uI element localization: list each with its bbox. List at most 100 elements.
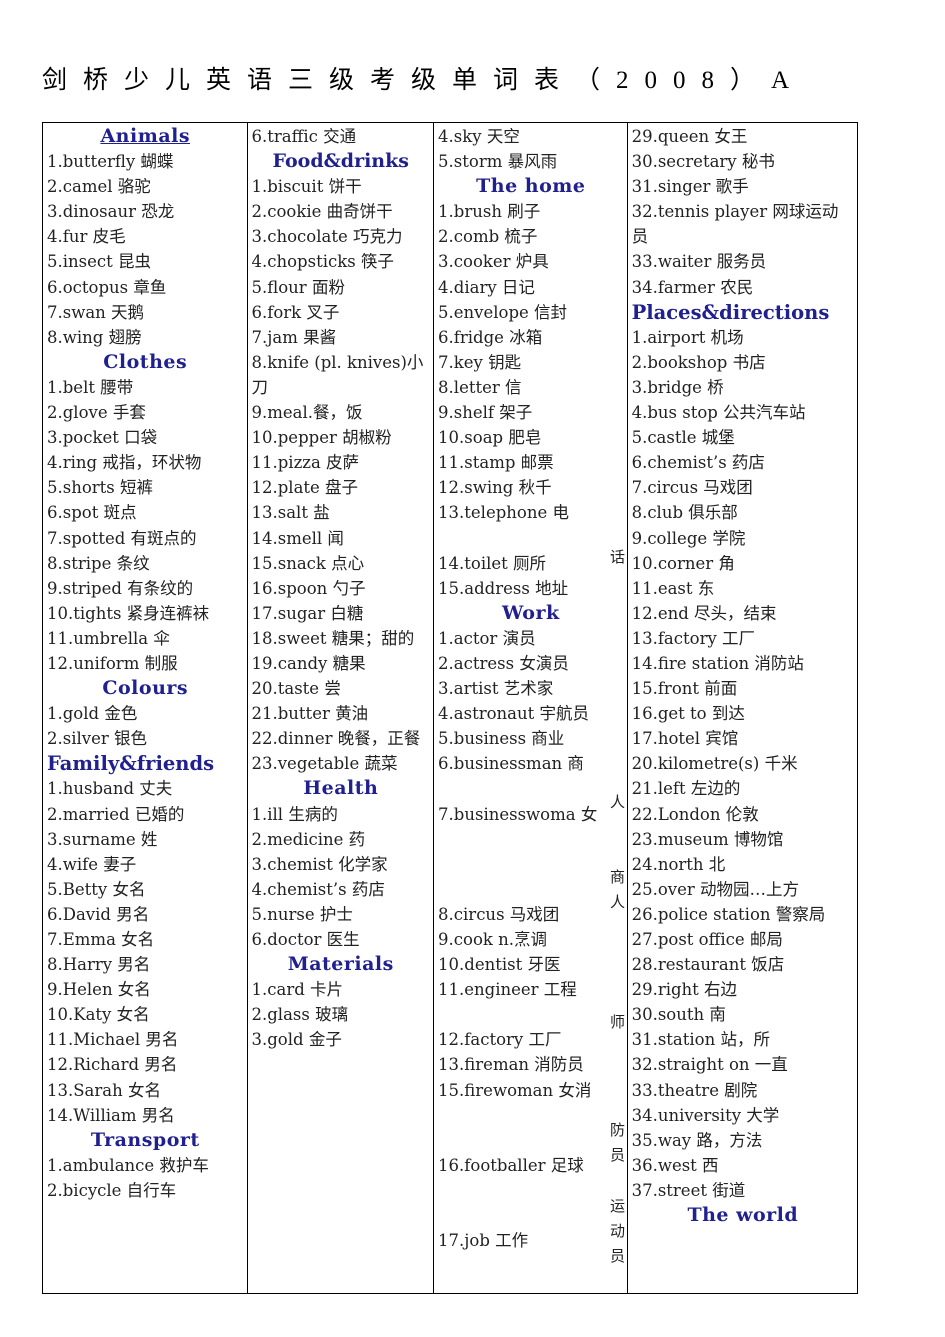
- page-title: 剑桥少儿英语三级考级单词表（2008）A: [42, 67, 806, 94]
- vocabulary-entry: 15.front 前面: [631, 679, 738, 699]
- vocabulary-entry: 1.card 卡片: [251, 980, 344, 1000]
- vocabulary-entry: 33.theatre 剧院: [631, 1080, 758, 1100]
- vocabulary-entry: 6.chemist’s 药店: [631, 453, 765, 473]
- vocabulary-column-4: 29.queen 女王 30.secretary 秘书 31.singer 歌手 32…: [626, 123, 857, 1293]
- vocabulary-entry: 23.vegetable 蔬菜: [251, 754, 398, 774]
- vocabulary-entry: 21.left 左边的: [631, 779, 741, 799]
- vocabulary-entry: 2.camel 骆驼: [47, 177, 151, 197]
- vocabulary-entry: 29.queen 女王: [631, 127, 748, 146]
- vocabulary-column-2: 6.traffic 交通 Food&drinks 1.biscuit 饼干 2.coo…: [246, 123, 434, 1293]
- vocabulary-entry: 3.bridge 桥: [631, 377, 724, 397]
- overflow-glyph: 员: [610, 1146, 626, 1164]
- vocabulary-entry: 6.fridge 冰箱: [438, 327, 543, 347]
- vocabulary-entry: 6.David 男名: [47, 904, 150, 924]
- vocabulary-entry: 30.secretary 秘书: [631, 152, 775, 172]
- vocabulary-entry: 1.brush 刷子: [438, 202, 541, 222]
- vocabulary-entry: 2.glass 玻璃: [251, 1005, 349, 1025]
- vocabulary-entry: 3.artist 艺术家: [438, 679, 554, 699]
- vocabulary-entry: 2.married 已婚的: [47, 804, 185, 824]
- vocabulary-entry: 3.surname 姓: [47, 829, 158, 849]
- vocabulary-entry: 13.salt 盐: [251, 503, 330, 523]
- vocabulary-entry: 26.police station 警察局: [631, 904, 826, 924]
- vocabulary-entry: 20.kilometre(s) 千米: [631, 754, 798, 774]
- vocabulary-entry: 9.meal.餐，饭: [251, 403, 363, 423]
- vocabulary-entry: 2.medicine 药: [251, 829, 366, 849]
- vocabulary-entry: 11.Michael 男名: [47, 1030, 179, 1050]
- vocabulary-entry: 10.pepper 胡椒粉: [251, 428, 392, 448]
- vocabulary-entry: 10.Katy 女名: [47, 1005, 150, 1025]
- vocabulary-entry: 8.wing 翅膀: [47, 327, 142, 347]
- vocabulary-table: Animals 1.butterfly 蝴蝶 2.camel 骆驼 3.dinosau…: [42, 122, 858, 1294]
- vocabulary-entry: 8.letter 信: [438, 377, 522, 397]
- vocabulary-entry: 11.stamp 邮票: [438, 453, 554, 473]
- vocabulary-entry: 8.stripe 条纹: [47, 553, 150, 573]
- vocabulary-entry: 5.Betty 女名: [47, 879, 146, 899]
- vocabulary-entry: 10.dentist 牙医: [438, 955, 561, 975]
- overflow-glyph: 人: [610, 893, 626, 911]
- vocabulary-entry: 2.silver 银色: [47, 729, 147, 749]
- column-2-items: 6.traffic 交通 Food&drinks 1.biscuit 饼干 2.coo…: [252, 124, 431, 1052]
- overflow-glyph: 人: [610, 793, 626, 811]
- vocabulary-entry: 14.smell 闻: [251, 528, 344, 548]
- overflow-glyph: 动: [610, 1222, 626, 1240]
- section-heading: The world: [687, 1204, 799, 1227]
- section-heading: Transport: [90, 1128, 200, 1151]
- vocabulary-entry: 16.footballer 足球: [438, 1155, 584, 1175]
- vocabulary-entry: 4.astronaut 宇航员: [438, 704, 590, 724]
- vocabulary-entry: 12.uniform 制服: [47, 653, 178, 673]
- vocabulary-entry: 30.south 南: [631, 1005, 726, 1025]
- vocabulary-entry: 10.soap 肥皂: [438, 428, 542, 448]
- vocabulary-entry: 2.actress 女演员: [438, 653, 569, 673]
- vocabulary-entry: 9.shelf 架子: [438, 403, 533, 423]
- section-heading: Family&friends: [47, 752, 215, 776]
- vocabulary-entry: 14.toilet 厕所: [438, 553, 547, 573]
- vocabulary-entry: 29.right 右边: [631, 980, 738, 1000]
- vocabulary-entry: 11.engineer 工程: [438, 980, 577, 1000]
- vocabulary-entry: 15.firewoman 女消: [438, 1080, 592, 1100]
- vocabulary-entry: 11.pizza 皮萨: [251, 453, 360, 473]
- vocabulary-entry: 2.bookshop 书店: [631, 352, 766, 372]
- vocabulary-entry: 16.get to 到达: [631, 704, 745, 724]
- vocabulary-entry: 2.glove 手套: [47, 403, 146, 423]
- vocabulary-entry: 14.William 男名: [47, 1105, 175, 1125]
- vocabulary-entry: 1.butterfly 蝴蝶: [47, 152, 174, 172]
- vocabulary-entry: 28.restaurant 饭店: [631, 955, 785, 975]
- vocabulary-entry: 3.chemist 化学家: [251, 854, 388, 874]
- vocabulary-entry: 35.way 路，方法: [631, 1130, 763, 1150]
- vocabulary-entry: 25.over 动物园…上方: [631, 879, 799, 899]
- vocabulary-entry: 3.pocket 口袋: [47, 428, 158, 448]
- vocabulary-column-1: Animals 1.butterfly 蝴蝶 2.camel 骆驼 3.dinosau…: [43, 123, 247, 1293]
- vocabulary-entry: 1.ill 生病的: [251, 804, 338, 824]
- section-heading: Clothes: [103, 350, 188, 373]
- overflow-glyph: 防: [610, 1121, 626, 1139]
- vocabulary-entry: 1.biscuit 饼干: [251, 177, 362, 197]
- vocabulary-entry: 32.straight on 一直: [631, 1055, 788, 1075]
- vocabulary-entry: 4.diary 日记: [438, 277, 535, 297]
- vocabulary-entry: 8.circus 马戏团: [438, 904, 560, 924]
- vocabulary-entry: 12.swing 秋千: [438, 478, 552, 498]
- overflow-glyph: 员: [610, 1247, 626, 1265]
- vocabulary-entry: 1.ambulance 救护车: [47, 1155, 209, 1175]
- vocabulary-entry: 1.actor 演员: [438, 628, 536, 648]
- vocabulary-entry: 12.factory 工厂: [438, 1030, 562, 1050]
- vocabulary-entry: 6.spot 斑点: [47, 503, 137, 523]
- vocabulary-entry: 8.Harry 男名: [47, 955, 151, 975]
- vocabulary-entry: 6.fork 叉子: [251, 302, 340, 322]
- vocabulary-entry: 37.street 街道: [631, 1180, 746, 1200]
- vocabulary-entry: 4.wife 妻子: [47, 854, 137, 874]
- vocabulary-entry: 6.octopus 章鱼: [47, 277, 167, 297]
- vocabulary-entry: 22.London 伦敦: [631, 804, 759, 824]
- vocabulary-entry: 13.fireman 消防员: [438, 1055, 584, 1075]
- vocabulary-entry: 18.sweet 糖果；甜的: [251, 628, 415, 648]
- vocabulary-entry: 5.business 商业: [438, 729, 565, 749]
- section-heading: Colours: [102, 677, 189, 700]
- vocabulary-entry: 23.museum 博物馆: [631, 829, 784, 849]
- vocabulary-entry: 4.bus stop 公共汽车站: [631, 403, 806, 423]
- vocabulary-entry: 21.butter 黄油: [251, 704, 369, 724]
- section-heading: Animals: [100, 125, 191, 147]
- section-heading: Health: [303, 777, 379, 800]
- vocabulary-entry: 7.circus 马戏团: [631, 478, 753, 498]
